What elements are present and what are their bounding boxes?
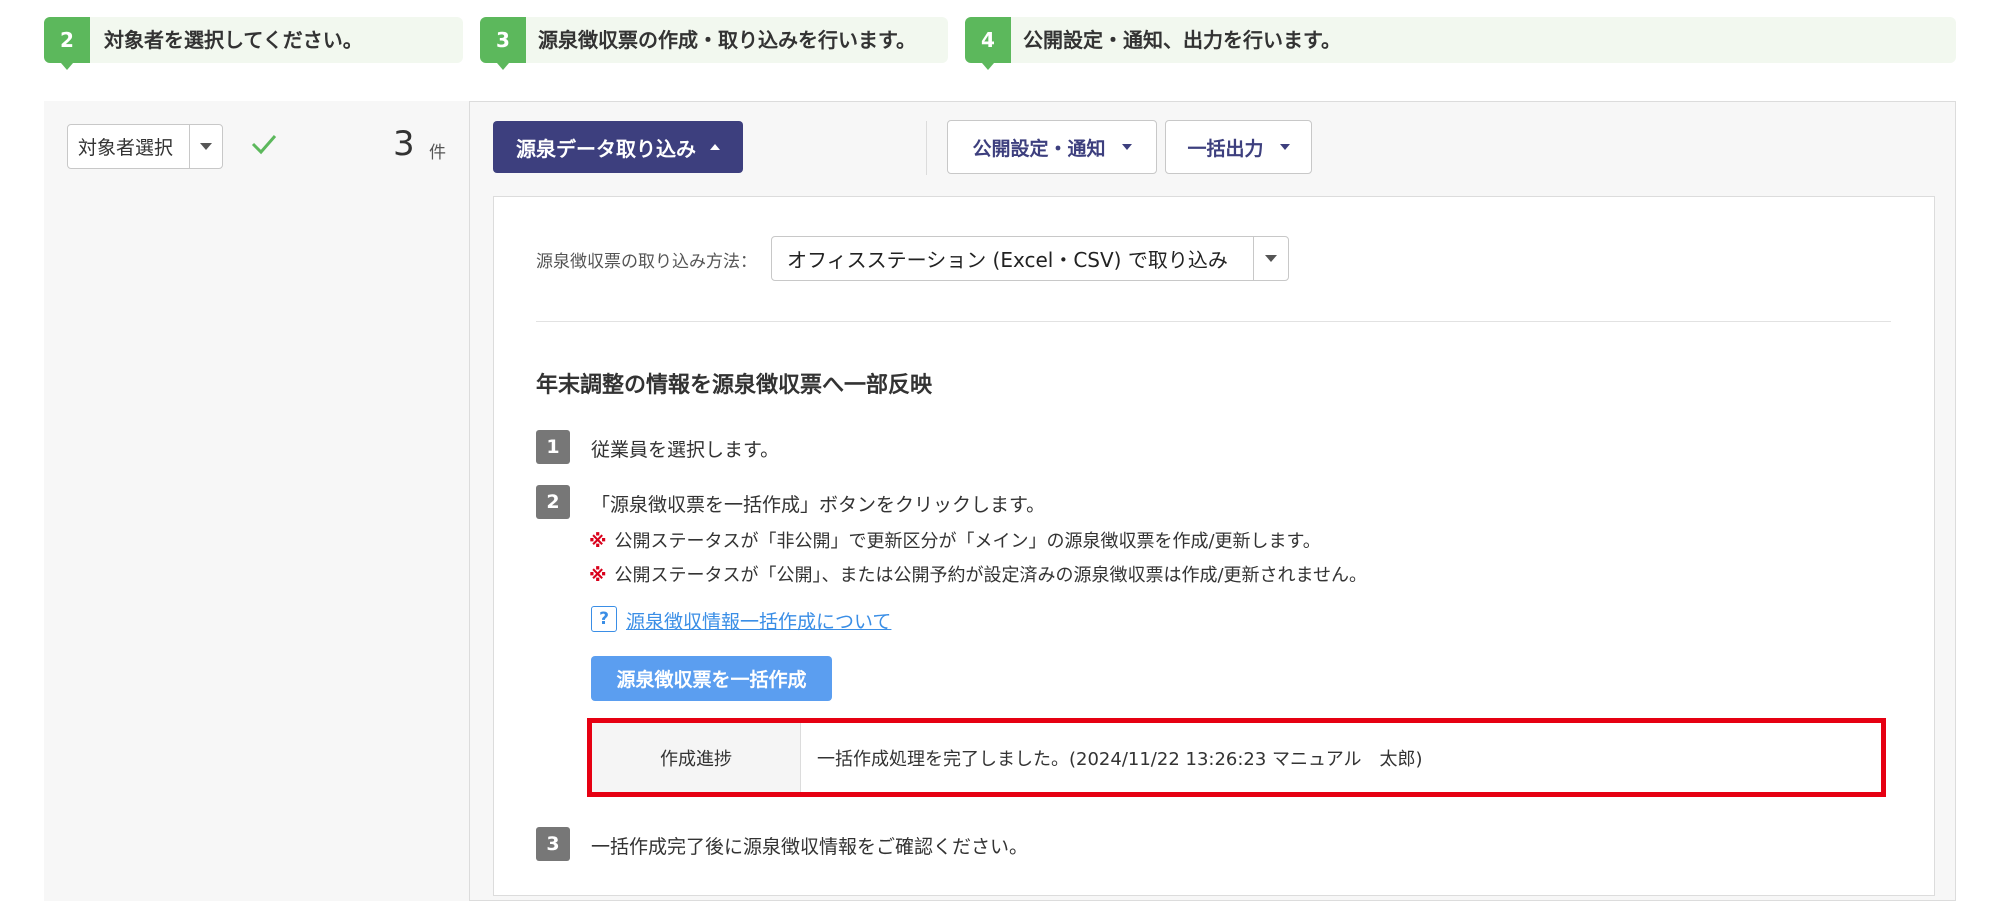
bulk-output-button[interactable]: 一括出力 (1165, 120, 1312, 174)
import-source-data-button[interactable]: 源泉データ取り込み (493, 121, 743, 173)
publish-button-label: 公開設定・通知 (972, 137, 1106, 160)
target-select-value: 対象者選択 (78, 137, 174, 159)
help-icon[interactable]: ? (591, 606, 617, 632)
target-count: 3 (393, 124, 415, 164)
step-banner-4: 4 公開設定・通知、出力を行います。 (965, 17, 1956, 70)
left-column (44, 101, 470, 901)
step-banner-2: 2 対象者を選択してください。 (44, 17, 463, 70)
chevron-down-icon[interactable] (189, 125, 222, 168)
import-method-select[interactable]: オフィスステーション (Excel・CSV) で取り込み (771, 236, 1289, 281)
step-number-badge: 3 (480, 17, 526, 70)
import-button-label: 源泉データ取り込み (516, 136, 696, 161)
note-2-text: 公開ステータスが「公開」、または公開予約が設定済みの源泉徴収票は作成/更新されま… (614, 565, 1368, 586)
instruction-text-3: 一括作成完了後に源泉徴収情報をご確認ください。 (591, 836, 1029, 858)
progress-value: 一括作成処理を完了しました。(2024/11/22 13:26:23 マニュアル… (817, 748, 1423, 770)
chevron-up-icon (710, 144, 720, 150)
chevron-down-icon (1279, 144, 1290, 150)
help-link[interactable]: 源泉徴収情報一括作成について (626, 607, 891, 634)
bulk-output-label: 一括出力 (1187, 137, 1264, 160)
chevron-down-icon[interactable] (1253, 237, 1288, 280)
step-banner-3: 3 源泉徴収票の作成・取り込みを行います。 (480, 17, 948, 70)
import-method-value: オフィスステーション (Excel・CSV) で取り込み (787, 248, 1228, 272)
progress-label: 作成進捗 (592, 723, 801, 792)
target-count-unit: 件 (429, 143, 446, 163)
divider (536, 321, 1891, 322)
instruction-text-1: 従業員を選択します。 (591, 439, 780, 461)
check-icon (251, 135, 277, 155)
note-mark: ※ (589, 565, 607, 586)
target-select[interactable]: 対象者選択 (67, 124, 223, 169)
note-1-text: 公開ステータスが「非公開」で更新区分が「メイン」の源泉徴収票を作成/更新します。 (614, 531, 1321, 552)
note-1: ※ 公開ステータスが「非公開」で更新区分が「メイン」の源泉徴収票を作成/更新します… (589, 527, 1321, 553)
step-number-badge: 2 (44, 17, 90, 70)
section-title: 年末調整の情報を源泉徴収票へ一部反映 (536, 373, 933, 398)
instruction-number-2: 2 (536, 485, 570, 519)
instruction-number-3: 3 (536, 827, 570, 861)
import-method-label: 源泉徴収票の取り込み方法： (536, 252, 757, 272)
step-text: 対象者を選択してください。 (104, 28, 363, 52)
progress-table: 作成進捗 一括作成処理を完了しました。(2024/11/22 13:26:23 … (587, 718, 1886, 797)
note-mark: ※ (589, 531, 607, 552)
instruction-text-2: 「源泉徴収票を一括作成」ボタンをクリックします。 (591, 494, 1046, 516)
publish-settings-button[interactable]: 公開設定・通知 (947, 120, 1157, 174)
note-2: ※ 公開ステータスが「公開」、または公開予約が設定済みの源泉徴収票は作成/更新され… (589, 561, 1367, 587)
chevron-down-icon (1121, 144, 1132, 150)
instruction-number-1: 1 (536, 430, 570, 464)
bulk-create-button[interactable]: 源泉徴収票を一括作成 (591, 656, 832, 701)
step-text: 公開設定・通知、出力を行います。 (1023, 28, 1341, 52)
step-number-badge: 4 (965, 17, 1011, 70)
step-text: 源泉徴収票の作成・取り込みを行います。 (538, 28, 916, 52)
toolbar-divider (926, 121, 927, 175)
